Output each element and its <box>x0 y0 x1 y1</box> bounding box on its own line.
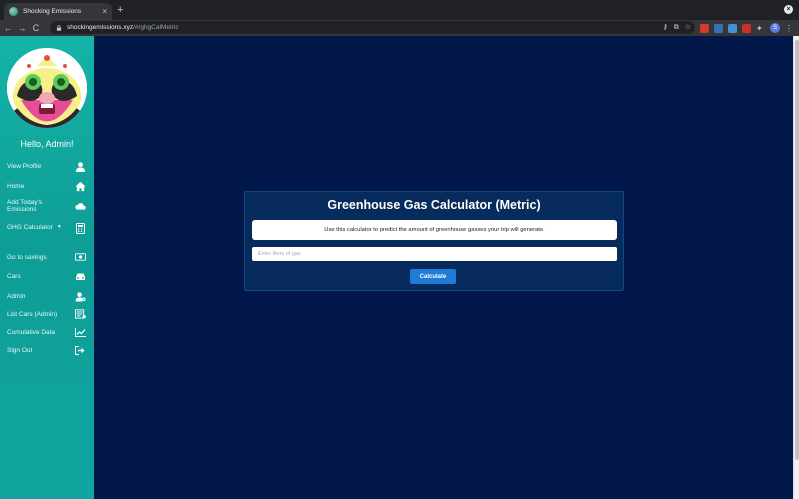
chart-icon <box>75 327 86 338</box>
sign-out-icon <box>75 345 86 356</box>
translate-icon[interactable]: ⧉ <box>674 23 679 32</box>
greeting: Hello, Admin! <box>20 139 74 149</box>
profile-avatar[interactable]: S <box>770 23 780 33</box>
cloud-icon <box>75 201 86 212</box>
forward-icon[interactable]: → <box>16 23 28 33</box>
extension-icon[interactable] <box>700 23 709 33</box>
new-tab-button[interactable]: + <box>117 4 123 16</box>
tab-title: Shocking Emissions <box>23 8 82 15</box>
chevron-down-icon: ▼ <box>56 224 62 231</box>
address-bar[interactable]: shockingemissions.xyz/#/ghgCalMetric ⚷ ⧉… <box>50 21 695 34</box>
tab-close-icon[interactable]: × <box>102 7 107 16</box>
sidebar-item-cars[interactable]: Cars <box>0 268 94 284</box>
reload-icon[interactable]: C <box>30 23 42 33</box>
url-path: /#/ghgCalMetric <box>133 24 179 31</box>
main-content: Greenhouse Gas Calculator (Metric) Use t… <box>94 36 793 499</box>
extension-icon[interactable] <box>742 23 751 33</box>
calculator-icon <box>75 222 86 234</box>
calculator-description: Use this calculator to predict the amoun… <box>252 220 617 240</box>
list-icon <box>75 309 86 320</box>
browser-tab-strip: Shocking Emissions × + × <box>0 0 799 20</box>
page: Hello, Admin! View Profile Home Add Toda… <box>0 36 799 499</box>
browser-toolbar: ← → C shockingemissions.xyz/#/ghgCalMetr… <box>0 20 799 36</box>
sidebar-item-label: Cumulative Data <box>7 328 56 336</box>
sidebar-item-label: Go to savings <box>7 253 47 261</box>
money-icon <box>75 252 86 263</box>
lock-icon <box>56 24 62 31</box>
calculator-card: Greenhouse Gas Calculator (Metric) Use t… <box>244 191 624 291</box>
scrollbar[interactable] <box>793 36 799 499</box>
home-icon <box>75 181 86 192</box>
sidebar-item-view-profile[interactable]: View Profile <box>0 158 94 174</box>
extension-icon[interactable] <box>728 23 737 33</box>
sidebar-item-admin[interactable]: Admin <box>0 288 94 304</box>
sidebar-item-cumulative-data[interactable]: Cumulative Data <box>0 324 94 340</box>
url-host: shockingemissions.xyz <box>67 24 134 31</box>
favicon-icon <box>9 7 18 16</box>
sidebar-item-label: Add Today's Emissions <box>7 199 43 213</box>
avatar[interactable] <box>7 48 87 128</box>
key-icon[interactable]: ⚷ <box>663 23 668 32</box>
back-icon[interactable]: ← <box>2 23 14 33</box>
extension-icon[interactable] <box>714 23 723 33</box>
sidebar-item-sign-out[interactable]: Sign Out <box>0 342 94 358</box>
user-cog-icon <box>75 291 86 302</box>
page-title: Greenhouse Gas Calculator (Metric) <box>327 198 541 212</box>
sidebar-item-list-cars[interactable]: List Cars (Admin) <box>0 306 94 322</box>
menu-icon[interactable]: ⋮ <box>785 24 793 33</box>
sidebar-item-ghg-calculator[interactable]: GHG Calculator ▼ <box>0 220 94 236</box>
scrollbar-thumb[interactable] <box>795 40 799 460</box>
calculate-button[interactable]: Calculate <box>410 269 456 284</box>
sidebar: Hello, Admin! View Profile Home Add Toda… <box>0 36 94 499</box>
user-icon <box>75 161 86 172</box>
browser-tab[interactable]: Shocking Emissions × <box>4 3 112 20</box>
sidebar-item-savings[interactable]: Go to savings <box>0 249 94 265</box>
sidebar-item-label: Admin <box>7 292 26 300</box>
sidebar-item-label: Home <box>7 182 25 190</box>
car-icon <box>75 271 86 282</box>
avatar-illustration <box>7 48 87 128</box>
sidebar-item-label: View Profile <box>7 162 42 170</box>
sidebar-item-label: List Cars (Admin) <box>7 310 58 318</box>
sidebar-item-home[interactable]: Home <box>0 178 94 194</box>
window-close-button[interactable]: × <box>784 5 793 14</box>
sidebar-item-label: Sign Out <box>7 346 33 354</box>
sidebar-item-label: GHG Calculator <box>7 224 53 232</box>
star-icon[interactable]: ☆ <box>685 23 691 32</box>
liters-input[interactable] <box>252 247 617 261</box>
puzzle-icon[interactable]: ✦ <box>756 24 765 33</box>
sidebar-item-add-emissions[interactable]: Add Today's Emissions <box>0 198 94 214</box>
sidebar-item-label: Cars <box>7 272 21 280</box>
